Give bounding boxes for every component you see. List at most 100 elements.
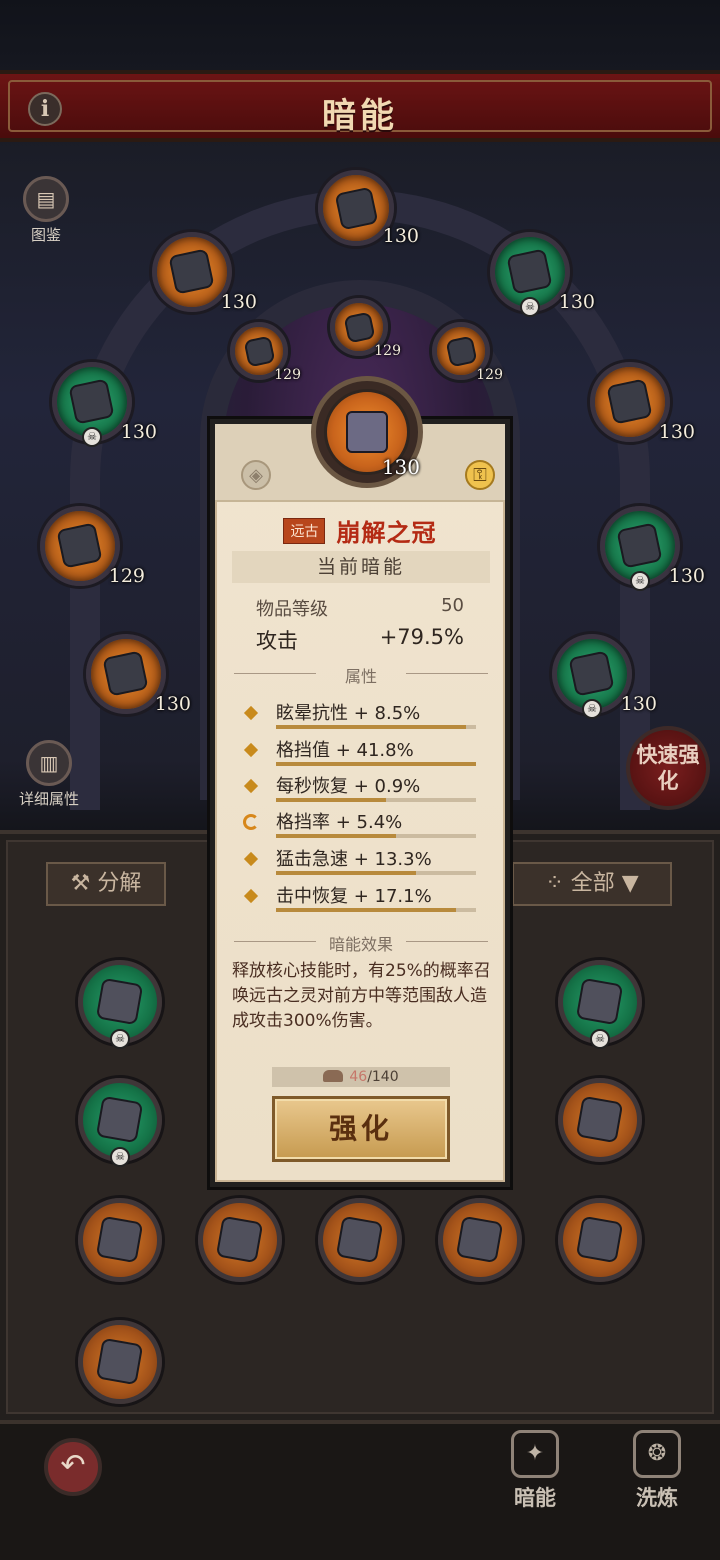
grid-icon: ⁘ — [545, 871, 571, 896]
slot-level: 129 — [108, 565, 145, 587]
filter-label: 全部 — [570, 871, 615, 896]
equipment-icon — [215, 1215, 265, 1265]
ring-slot[interactable]: ☠ 130 — [552, 634, 657, 719]
popup-header: 130 ◈ ⚿ — [215, 376, 505, 502]
attribute-bar-fill — [276, 798, 386, 802]
back-icon[interactable]: ↶ — [44, 1438, 102, 1496]
details-label: 详细属性 — [18, 790, 79, 808]
dismantle-label: 分解 — [97, 871, 142, 896]
equipment-icon — [616, 522, 664, 570]
attribute-bar-fill — [276, 871, 416, 875]
details-button[interactable]: ▥ 详细属性 — [12, 740, 86, 809]
diamond-icon — [243, 778, 259, 794]
inventory-item[interactable] — [198, 1198, 282, 1282]
inventory-item[interactable]: ☠ — [78, 1078, 162, 1167]
current-section-title: 当前暗能 — [232, 551, 490, 583]
ring-slot[interactable]: ☠ 130 — [52, 362, 157, 447]
ore-icon — [323, 1070, 344, 1082]
shield-icon[interactable]: ◈ — [241, 460, 271, 490]
attribute-row: 格挡值 + 41.8% — [243, 738, 476, 768]
attribute-row: 眩晕抗性 + 8.5% — [243, 701, 476, 731]
ring-slot[interactable]: 130 — [590, 362, 695, 443]
inventory-item[interactable] — [78, 1198, 162, 1282]
effect-heading: 暗能效果 — [234, 931, 488, 954]
attribute-bar — [276, 725, 476, 729]
cost-have: 46 — [349, 1069, 368, 1085]
inventory-item[interactable] — [438, 1198, 522, 1282]
skull-icon: ☠ — [110, 1147, 130, 1167]
inventory-item[interactable] — [558, 1198, 642, 1282]
codex-button[interactable]: ▤ 图鉴 — [18, 176, 74, 245]
slot-level: 130 — [220, 291, 257, 313]
ring-slot[interactable]: 129 — [330, 298, 401, 359]
ring-slot[interactable]: 130 — [86, 634, 191, 715]
skull-icon: ☠ — [110, 1029, 130, 1049]
equipment-icon — [68, 378, 116, 426]
skull-icon: ☠ — [520, 297, 540, 317]
inventory-item[interactable] — [558, 1078, 642, 1162]
equipment-icon — [334, 186, 378, 230]
attribute-bar — [276, 798, 476, 802]
attribute-bar — [276, 871, 476, 875]
equipment-icon — [455, 1215, 505, 1265]
equipment-icon — [56, 522, 104, 570]
attribute-row: 猛击急速 + 13.3% — [243, 847, 476, 877]
equipment-icon — [95, 1337, 145, 1387]
dismantle-button[interactable]: ⚒ 分解 — [46, 862, 166, 906]
slot-level: 130 — [668, 565, 705, 587]
item-level-badge: 130 — [381, 455, 420, 479]
attribute-bar — [276, 762, 476, 766]
filter-dropdown[interactable]: ⁘ 全部 ▼ — [512, 862, 672, 906]
diamond-icon — [243, 705, 259, 721]
inventory-item[interactable] — [78, 1320, 162, 1404]
unlock-icon[interactable]: ⚿ — [465, 460, 495, 490]
upgrade-cost: 46/140 — [272, 1067, 450, 1087]
equipment-icon — [568, 650, 616, 698]
ring-slot[interactable]: 129 — [40, 506, 145, 587]
slot-level: 129 — [274, 367, 301, 383]
diamond-icon — [243, 851, 259, 867]
attribute-row: 格挡率 + 5.4% — [243, 810, 476, 840]
quick-upgrade-button[interactable]: 快速强化 — [626, 726, 710, 810]
inventory-item[interactable]: ☠ — [78, 960, 162, 1049]
attribute-text: 眩晕抗性 + 8.5% — [276, 703, 421, 724]
page-title: 暗能 — [322, 96, 398, 136]
upgrade-button[interactable]: 强化 — [272, 1096, 450, 1162]
item-level-row: 物品等级 50 — [256, 595, 464, 621]
tab-dark-energy-label: 暗能 — [514, 1486, 556, 1510]
ring-slot[interactable]: 129 — [432, 322, 503, 383]
crown-icon — [346, 411, 388, 453]
dismantle-icon: ⚒ — [70, 871, 98, 896]
inventory-item[interactable] — [318, 1198, 402, 1282]
attribute-row: 每秒恢复 + 0.9% — [243, 774, 476, 804]
skull-icon: ☠ — [82, 427, 102, 447]
rarity-badge: 远古 — [283, 517, 326, 544]
attack-value: +79.5% — [379, 625, 464, 649]
item-level-value: 50 — [441, 595, 464, 616]
equipment-icon — [335, 1215, 385, 1265]
skull-icon: ☠ — [630, 571, 650, 591]
ring-slot[interactable]: 130 — [152, 232, 257, 313]
equipment-icon — [575, 1215, 625, 1265]
equipment-icon — [95, 1095, 145, 1145]
ring-slot[interactable]: ☠ 130 — [600, 506, 705, 591]
attribute-bar-fill — [276, 725, 466, 729]
item-name: 崩解之冠 — [336, 519, 437, 547]
inventory-item[interactable]: ☠ — [558, 960, 642, 1049]
swirl-icon — [243, 814, 259, 830]
attribute-bar — [276, 834, 476, 838]
equipment-icon — [102, 650, 150, 698]
slot-level: 130 — [382, 225, 419, 247]
ring-slot[interactable]: 130 — [318, 170, 419, 247]
attributes-heading: 属性 — [234, 663, 488, 686]
slot-level: 129 — [374, 343, 401, 359]
tab-dark-energy[interactable]: ✦ 暗能 — [490, 1430, 580, 1512]
tab-refine[interactable]: ❂ 洗炼 — [612, 1430, 702, 1512]
ring-slot[interactable]: ☠ 130 — [490, 232, 595, 317]
equipment-icon — [606, 378, 654, 426]
screen: i 暗能 ▤ 图鉴 130 130 ☠ 130 129 129 129 ☠ 13… — [0, 0, 720, 1560]
equipment-icon — [168, 248, 216, 296]
title-bar: i 暗能 — [0, 70, 720, 142]
ring-slot[interactable]: 129 — [230, 322, 301, 383]
refine-icon: ❂ — [633, 1430, 681, 1478]
